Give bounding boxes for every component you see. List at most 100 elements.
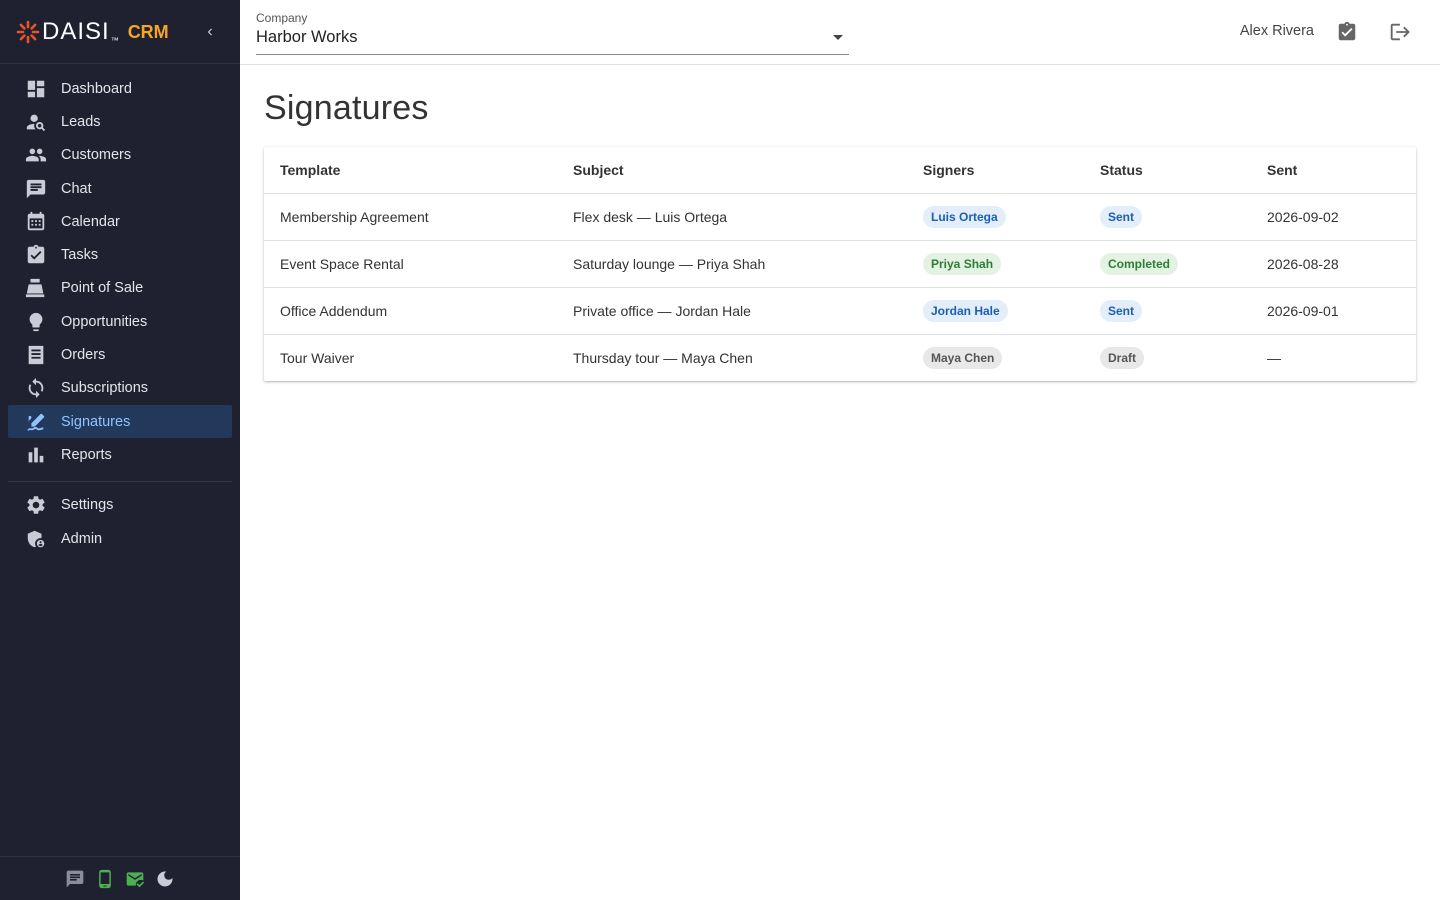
cell-status: Sent: [1084, 287, 1251, 335]
sidebar-item-label: Subscriptions: [61, 380, 149, 397]
signer-chip: Jordan Hale: [923, 299, 1008, 322]
cell-sent: 2026-09-02: [1251, 193, 1416, 241]
sidebar-item-tasks[interactable]: Tasks: [8, 238, 232, 271]
sidebar-item-label: Settings: [61, 497, 114, 514]
sidebar-item-customers[interactable]: Customers: [8, 139, 232, 172]
column-header-sent[interactable]: Sent: [1251, 147, 1416, 194]
sms-status-button[interactable]: [64, 868, 86, 890]
cell-status: Sent: [1084, 193, 1251, 241]
logout-button[interactable]: [1387, 20, 1411, 44]
sidebar-item-settings[interactable]: Settings: [8, 489, 232, 522]
message-icon: [66, 870, 84, 887]
cell-template: Office Addendum: [264, 287, 557, 335]
signer-chip: Luis Ortega: [923, 205, 1006, 228]
sidebar-item-label: Signatures: [61, 413, 131, 430]
cell-template: Membership Agreement: [264, 193, 557, 241]
sidebar-item-admin[interactable]: Admin: [8, 522, 232, 555]
cell-sent: —: [1267, 349, 1281, 366]
gear-icon: [24, 493, 48, 517]
sidebar-item-label: Point of Sale: [61, 280, 144, 297]
sidebar-item-label: Reports: [61, 446, 112, 463]
brand-name: DAISI: [42, 17, 110, 45]
cell-subject: Thursday tour — Maya Chen: [573, 349, 753, 366]
sidebar-item-opportunities[interactable]: Opportunities: [8, 305, 232, 338]
cell-signers: Jordan Hale: [907, 287, 1084, 335]
sidebar-item-orders[interactable]: Orders: [8, 338, 232, 371]
sidebar-item-label: Orders: [61, 347, 106, 364]
sidebar-item-label: Chat: [61, 180, 92, 197]
status-badge: Sent: [1100, 299, 1143, 322]
sunburst-logo-icon: [16, 20, 40, 43]
signatures-table: Template Subject Signers Status Sent Mem…: [264, 147, 1416, 381]
caret-down-icon: [833, 35, 843, 40]
moon-icon: [157, 871, 173, 886]
sidebar-item-label: Customers: [61, 147, 132, 164]
brand-product: CRM: [127, 22, 169, 42]
cell-sent: 2026-08-28: [1251, 240, 1416, 288]
sidebar-item-leads[interactable]: Leads: [8, 105, 232, 138]
logout-icon: [1390, 23, 1410, 41]
cell-subject: Saturday lounge — Priya Shah: [557, 240, 907, 288]
status-badge: Completed: [1100, 252, 1179, 275]
column-header-template[interactable]: Template: [264, 147, 557, 194]
company-select[interactable]: Company Harbor Works: [256, 8, 849, 55]
sidebar-item-reports[interactable]: Reports: [8, 438, 232, 471]
clipboard-check-icon: [1338, 21, 1356, 41]
sidebar-item-dashboard[interactable]: Dashboard: [8, 72, 232, 105]
refresh-icon: [24, 376, 48, 400]
dark-mode-toggle[interactable]: [154, 868, 176, 890]
cell-sent: 2026-09-01: [1251, 287, 1416, 335]
sidebar-item-label: Dashboard: [61, 80, 132, 97]
table-header-row: Template Subject Signers Status Sent: [264, 147, 1416, 194]
collapse-sidebar-button[interactable]: [200, 22, 220, 42]
company-label: Company: [256, 11, 308, 25]
cell-subject: Flex desk — Luis Ortega: [557, 193, 907, 241]
sidebar-item-signatures[interactable]: Signatures: [8, 404, 232, 439]
main-content: Signatures Template Subject Signers Stat…: [240, 65, 1440, 900]
brand-trademark: ™: [110, 35, 119, 45]
cell-signers: Priya Shah: [907, 240, 1084, 288]
lightbulb-icon: [24, 310, 48, 334]
calendar-icon: [24, 210, 48, 234]
signer-chip: Priya Shah: [923, 252, 1002, 275]
top-bar: Company Harbor Works Alex Rivera: [240, 0, 1440, 65]
secondary-nav: Settings Admin: [0, 489, 240, 556]
status-badge: Draft: [1100, 346, 1145, 369]
signature-icon: [24, 410, 48, 434]
sidebar-item-chat[interactable]: Chat: [8, 172, 232, 205]
my-tasks-button[interactable]: [1335, 20, 1359, 44]
sidebar-item-subscriptions[interactable]: Subscriptions: [8, 372, 232, 405]
phone-status-button[interactable]: [94, 868, 116, 890]
sidebar-footer: [0, 856, 240, 900]
status-badge: Sent: [1100, 205, 1143, 228]
column-header-subject[interactable]: Subject: [557, 147, 907, 194]
sidebar-item-calendar[interactable]: Calendar: [8, 205, 232, 238]
nav-divider: [8, 480, 232, 482]
bar-chart-icon: [24, 443, 48, 467]
table-row[interactable]: Office Addendum Private office — Jordan …: [264, 287, 1416, 335]
people-icon: [24, 143, 48, 167]
dashboard-icon: [24, 77, 48, 101]
email-status-button[interactable]: [124, 868, 146, 890]
table-row[interactable]: Tour Waiver Thursday tour — Maya Chen Ma…: [264, 334, 1416, 381]
brand-logo[interactable]: DAISI ™ CRM: [16, 18, 169, 46]
sidebar-item-label: Leads: [61, 113, 101, 130]
user-name: Alex Rivera: [1239, 23, 1314, 39]
company-value: Harbor Works: [256, 28, 358, 46]
cash-register-icon: [24, 276, 48, 300]
sidebar-item-label: Calendar: [61, 213, 120, 230]
sidebar-item-point-of-sale[interactable]: Point of Sale: [8, 272, 232, 305]
table-row[interactable]: Membership Agreement Flex desk — Luis Or…: [264, 193, 1416, 241]
brand-header: DAISI ™ CRM: [0, 0, 240, 64]
sidebar-item-label: Opportunities: [61, 313, 148, 330]
sidebar-item-label: Tasks: [61, 247, 99, 264]
column-header-status[interactable]: Status: [1084, 147, 1251, 194]
cell-template: Tour Waiver: [280, 349, 355, 366]
clipboard-check-icon: [24, 243, 48, 267]
sidebar-item-label: Admin: [61, 530, 103, 547]
primary-nav: Dashboard Leads Customers Chat Calendar …: [0, 64, 240, 472]
column-header-signers[interactable]: Signers: [907, 147, 1084, 194]
page-title: Signatures: [264, 89, 429, 127]
table-row[interactable]: Event Space Rental Saturday lounge — Pri…: [264, 240, 1416, 288]
cell-status: Draft: [1084, 334, 1251, 381]
